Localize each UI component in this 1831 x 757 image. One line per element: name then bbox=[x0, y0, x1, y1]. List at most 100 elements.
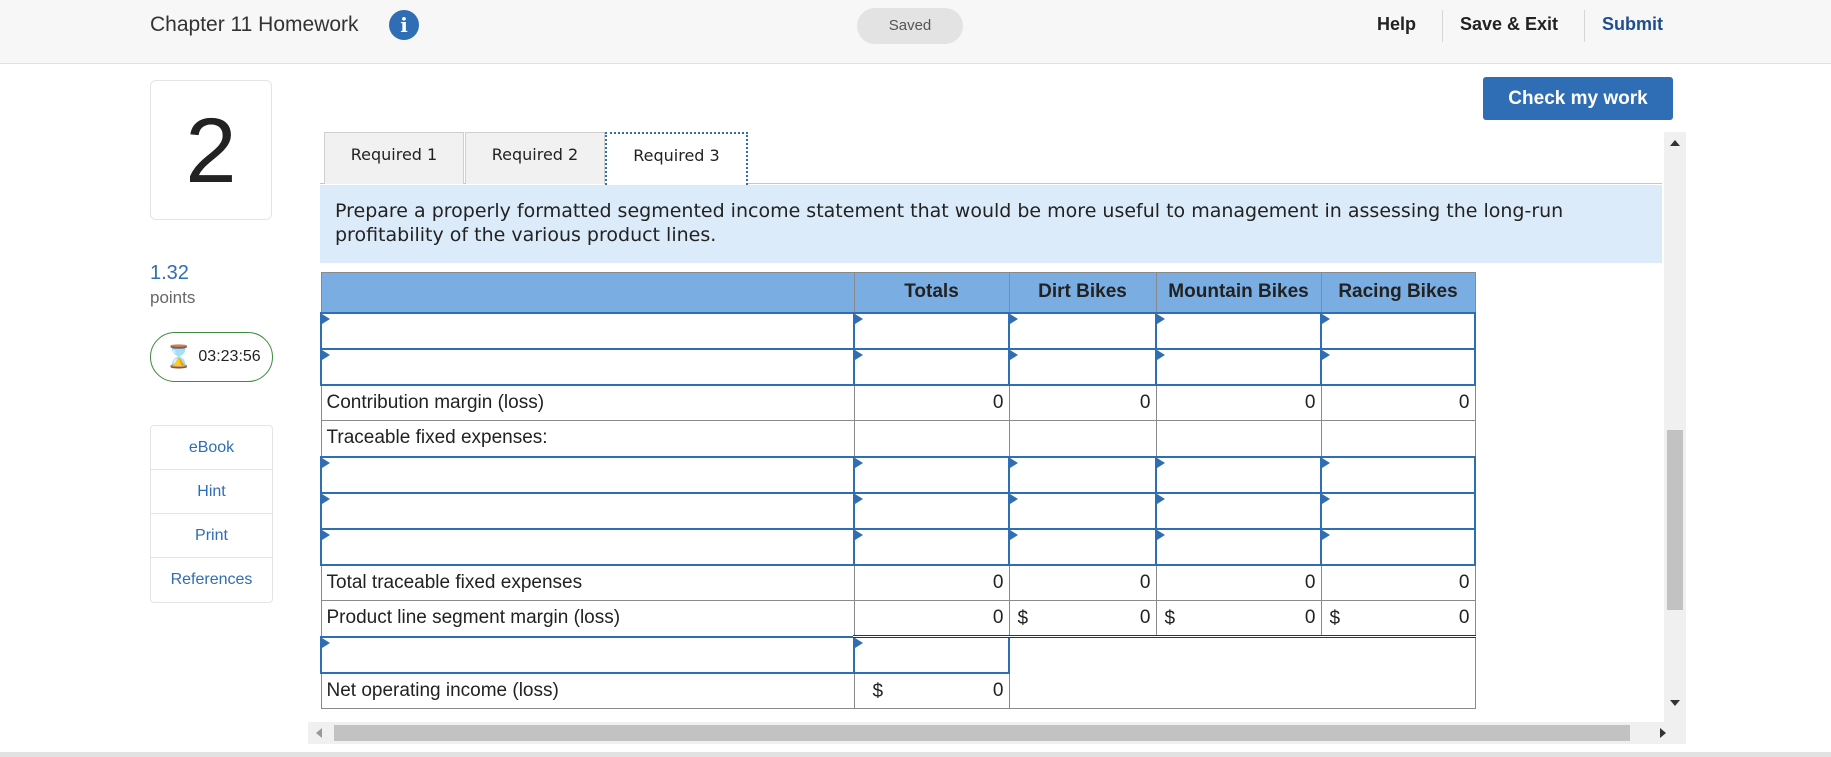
contribution-mountain-bikes: 0 bbox=[1155, 384, 1322, 421]
row-label-input[interactable] bbox=[320, 311, 855, 350]
contribution-margin-row: Contribution margin (loss) 0 0 0 0 bbox=[320, 384, 1476, 421]
racing-bikes-input[interactable] bbox=[1320, 311, 1476, 350]
segment-margin-racing-bikes: $0 bbox=[1320, 600, 1476, 638]
column-header-dirt-bikes: Dirt Bikes bbox=[1008, 272, 1157, 313]
tab-required-2[interactable]: Required 2 bbox=[465, 132, 605, 184]
help-link[interactable]: Help bbox=[1377, 14, 1416, 35]
vertical-scroll-thumb[interactable] bbox=[1667, 430, 1683, 610]
tab-required-1[interactable]: Required 1 bbox=[324, 132, 464, 184]
mountain-bikes-input[interactable] bbox=[1155, 347, 1322, 386]
tab-required-3[interactable]: Required 3 bbox=[605, 132, 748, 185]
segment-margin-mountain-bikes-value: 0 bbox=[1304, 607, 1316, 628]
question-number: 2 bbox=[185, 100, 237, 202]
row-label-input[interactable] bbox=[320, 455, 855, 494]
tab-bar: Required 1 Required 2 Required 3 bbox=[320, 132, 1662, 185]
dollar-sign: $ bbox=[872, 680, 884, 702]
input-row bbox=[320, 527, 1476, 566]
row-label-input[interactable] bbox=[320, 347, 855, 386]
empty-cell bbox=[1155, 420, 1322, 457]
ebook-link[interactable]: eBook bbox=[151, 426, 272, 470]
print-link[interactable]: Print bbox=[151, 514, 272, 558]
empty-cell bbox=[1008, 420, 1157, 457]
segmented-income-statement: Totals Dirt Bikes Mountain Bikes Racing … bbox=[320, 272, 1476, 709]
segment-margin-dirt-bikes-value: 0 bbox=[1139, 607, 1151, 628]
mountain-bikes-input[interactable] bbox=[1155, 527, 1322, 566]
dirt-bikes-input[interactable] bbox=[1008, 527, 1157, 566]
racing-bikes-input[interactable] bbox=[1320, 491, 1476, 530]
totals-input[interactable] bbox=[853, 455, 1010, 494]
empty-cell bbox=[1320, 420, 1476, 457]
save-exit-link[interactable]: Save & Exit bbox=[1460, 14, 1558, 35]
totals-input[interactable] bbox=[853, 527, 1010, 566]
column-header-mountain-bikes: Mountain Bikes bbox=[1155, 272, 1322, 313]
total-traceable-dirt-bikes: 0 bbox=[1008, 564, 1157, 601]
footer-divider bbox=[0, 752, 1831, 757]
mountain-bikes-input[interactable] bbox=[1155, 491, 1322, 530]
dollar-sign: $ bbox=[1329, 608, 1341, 629]
instruction-text: Prepare a properly formatted segmented i… bbox=[320, 185, 1662, 263]
contribution-racing-bikes: 0 bbox=[1320, 384, 1476, 421]
nav-divider bbox=[1442, 10, 1443, 42]
dirt-bikes-input[interactable] bbox=[1008, 491, 1157, 530]
info-icon[interactable]: i bbox=[389, 10, 419, 40]
contribution-totals: 0 bbox=[853, 384, 1010, 421]
input-row bbox=[320, 491, 1476, 530]
assignment-title: Chapter 11 Homework bbox=[150, 13, 359, 36]
row-label-input[interactable] bbox=[320, 527, 855, 566]
row-label-input[interactable] bbox=[320, 635, 855, 674]
total-traceable-racing-bikes: 0 bbox=[1320, 564, 1476, 601]
totals-input[interactable] bbox=[853, 491, 1010, 530]
column-header-label bbox=[320, 272, 855, 313]
total-traceable-mountain-bikes: 0 bbox=[1155, 564, 1322, 601]
column-header-racing-bikes: Racing Bikes bbox=[1320, 272, 1476, 313]
question-number-box: 2 bbox=[150, 80, 272, 220]
segment-margin-dirt-bikes: $0 bbox=[1008, 600, 1157, 638]
question-content: Required 1 Required 2 Required 3 Prepare… bbox=[320, 132, 1662, 722]
net-operating-income-label: Net operating income (loss) bbox=[320, 672, 855, 709]
total-traceable-row: Total traceable fixed expenses 0 0 0 0 bbox=[320, 564, 1476, 601]
racing-bikes-input[interactable] bbox=[1320, 527, 1476, 566]
net-operating-income-totals: $0 bbox=[853, 672, 1010, 709]
timer-text: 03:23:56 bbox=[198, 348, 261, 365]
scroll-down-icon[interactable] bbox=[1670, 700, 1680, 706]
dirt-bikes-input[interactable] bbox=[1008, 311, 1157, 350]
scroll-right-icon[interactable] bbox=[1660, 728, 1666, 738]
empty-cell bbox=[1008, 636, 1476, 709]
segment-margin-totals: 0 bbox=[853, 600, 1010, 638]
points-label: points bbox=[150, 288, 196, 307]
total-traceable-label: Total traceable fixed expenses bbox=[320, 564, 855, 601]
net-operating-income-value: 0 bbox=[992, 679, 1004, 701]
segment-margin-label: Product line segment margin (loss) bbox=[320, 600, 855, 637]
vertical-scrollbar[interactable] bbox=[1664, 132, 1686, 722]
totals-input[interactable] bbox=[853, 635, 1010, 674]
empty-cell bbox=[853, 420, 1010, 457]
dirt-bikes-input[interactable] bbox=[1008, 347, 1157, 386]
totals-input[interactable] bbox=[853, 311, 1010, 350]
dirt-bikes-input[interactable] bbox=[1008, 455, 1157, 494]
scroll-up-icon[interactable] bbox=[1670, 140, 1680, 146]
saved-status: Saved bbox=[857, 8, 963, 44]
segment-margin-mountain-bikes: $0 bbox=[1155, 600, 1322, 638]
hint-link[interactable]: Hint bbox=[151, 470, 272, 514]
segment-margin-racing-bikes-value: 0 bbox=[1458, 607, 1470, 628]
total-traceable-totals: 0 bbox=[853, 564, 1010, 601]
row-label-input[interactable] bbox=[320, 491, 855, 530]
scroll-left-icon[interactable] bbox=[316, 728, 322, 738]
mountain-bikes-input[interactable] bbox=[1155, 455, 1322, 494]
racing-bikes-input[interactable] bbox=[1320, 455, 1476, 494]
submit-link[interactable]: Submit bbox=[1602, 14, 1663, 35]
timer: ⌛ 03:23:56 bbox=[150, 332, 273, 382]
segment-margin-row: Product line segment margin (loss) 0 $0 … bbox=[320, 600, 1476, 638]
racing-bikes-input[interactable] bbox=[1320, 347, 1476, 386]
check-my-work-button[interactable]: Check my work bbox=[1483, 77, 1673, 120]
dollar-sign: $ bbox=[1017, 608, 1029, 629]
horizontal-scrollbar[interactable] bbox=[308, 722, 1686, 744]
traceable-fixed-header-row: Traceable fixed expenses: bbox=[320, 420, 1476, 457]
mountain-bikes-input[interactable] bbox=[1155, 311, 1322, 350]
horizontal-scroll-thumb[interactable] bbox=[334, 725, 1630, 741]
input-row bbox=[320, 347, 1476, 386]
top-bar: Chapter 11 Homework i Saved Help Save & … bbox=[0, 0, 1831, 64]
references-link[interactable]: References bbox=[151, 558, 272, 602]
totals-input[interactable] bbox=[853, 347, 1010, 386]
column-header-totals: Totals bbox=[853, 272, 1010, 313]
